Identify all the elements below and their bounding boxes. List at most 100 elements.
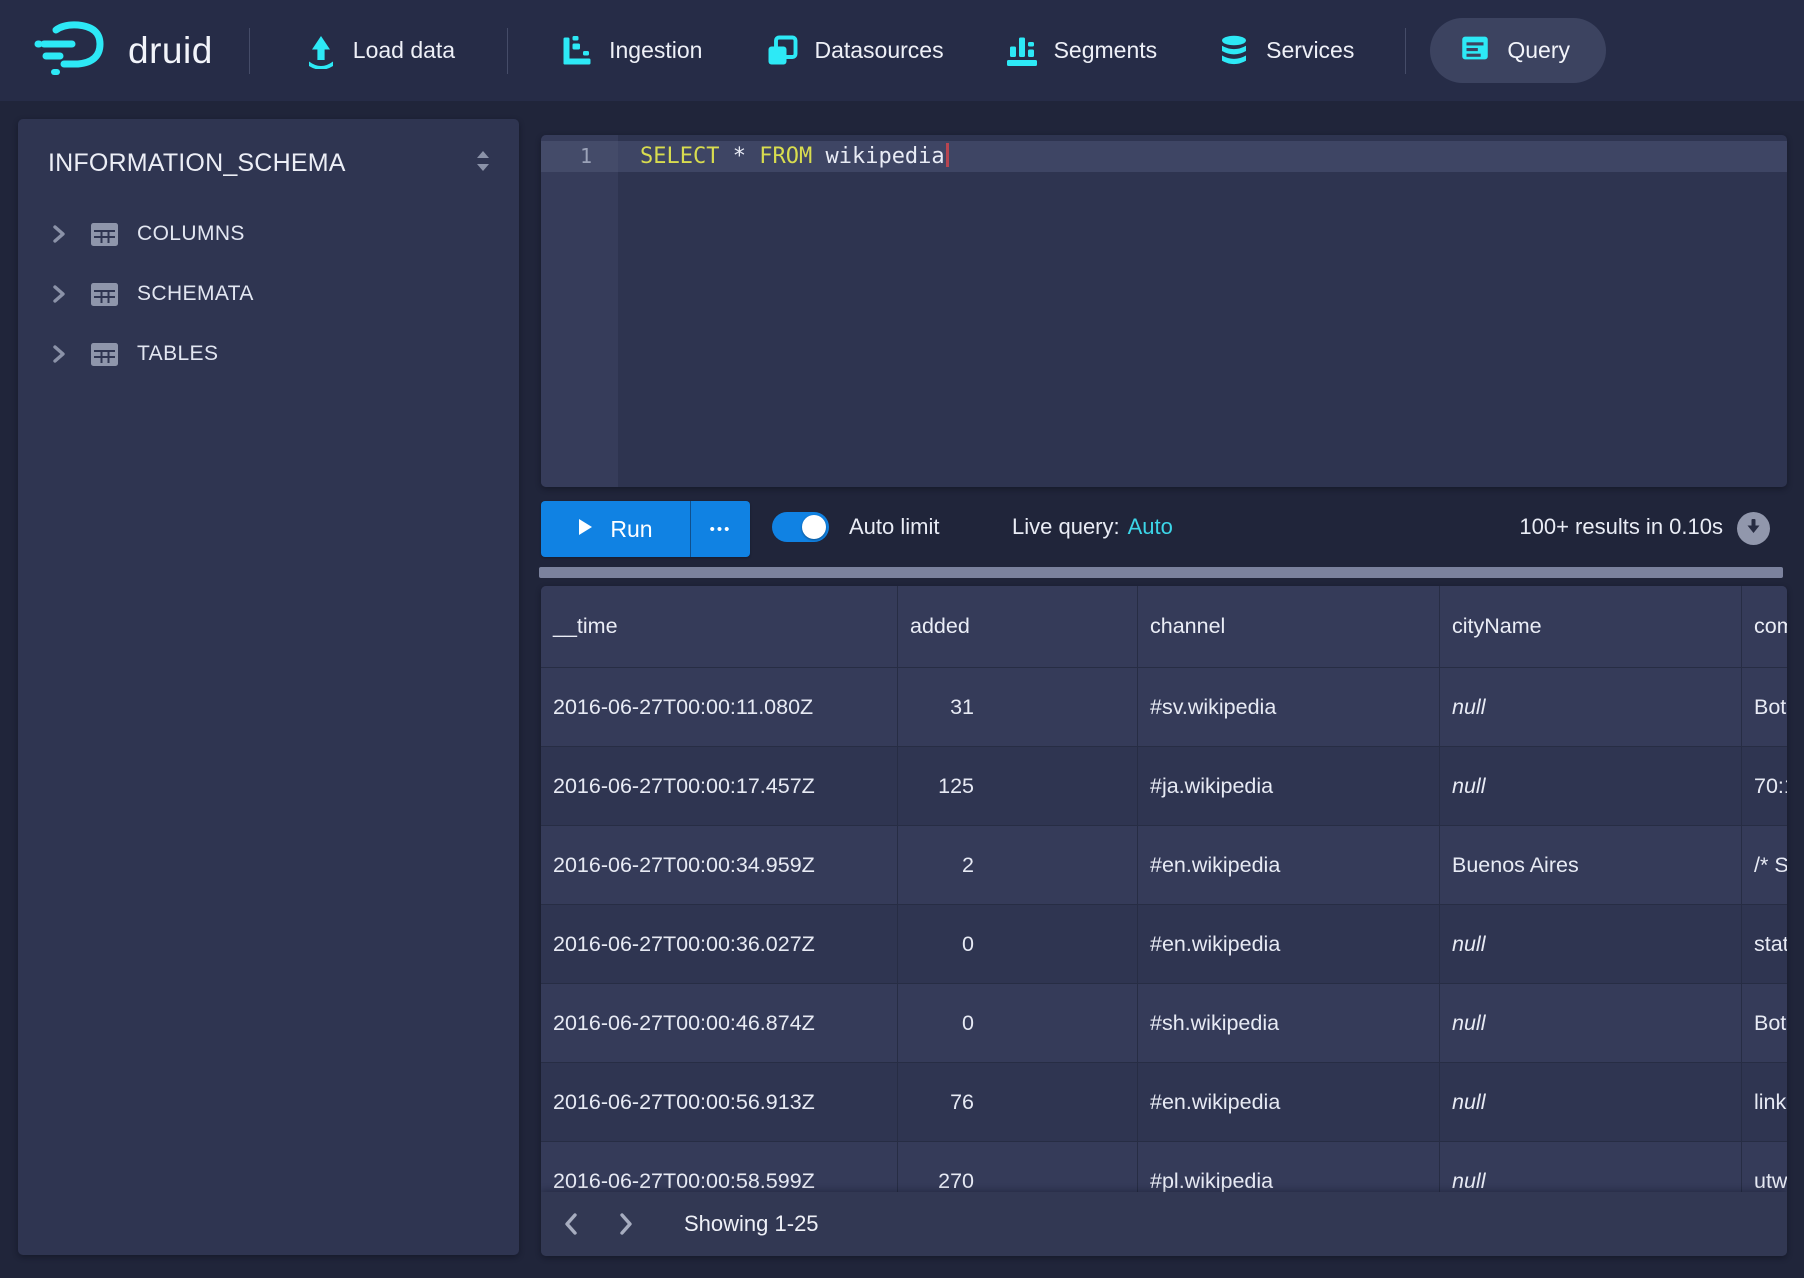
next-page-button[interactable] — [611, 1204, 641, 1244]
column-header-added[interactable]: added — [898, 586, 1138, 668]
cell-cityname: Buenos Aires — [1440, 826, 1742, 905]
results-panel: __time added channel cityName comment 20… — [541, 586, 1787, 1256]
nav-divider — [1405, 28, 1406, 74]
cell-channel: #en.wikipedia — [1138, 1063, 1440, 1142]
text-cursor — [946, 143, 949, 167]
brand-name: druid — [128, 30, 213, 72]
cell-added: 0 — [898, 905, 1138, 984]
auto-limit-label[interactable]: Auto limit — [849, 514, 939, 540]
column-header-comment[interactable]: comment — [1742, 586, 1787, 668]
showing-range-label: Showing 1-25 — [684, 1211, 819, 1237]
cell-channel: #sh.wikipedia — [1138, 984, 1440, 1063]
schema-tree: COLUMNS SCHEMATA TABLES — [18, 204, 519, 384]
live-query-label: Live query: — [1012, 514, 1120, 539]
double-caret-vertical-icon[interactable] — [473, 149, 493, 178]
sql-input[interactable]: SELECT * FROM wikipedia — [640, 141, 949, 172]
results-footer: Showing 1-25 — [541, 1192, 1787, 1256]
table-row: 2016-06-27T00:00:34.959Z 2 #en.wikipedia… — [541, 826, 1787, 905]
top-nav: druid Load data — [0, 0, 1804, 101]
download-button[interactable] — [1737, 512, 1770, 545]
cell-cityname: null — [1440, 984, 1742, 1063]
run-button-group: Run ••• — [541, 501, 750, 557]
tree-item-columns[interactable]: COLUMNS — [18, 204, 519, 264]
nav-item-label: Services — [1266, 37, 1354, 64]
cell-cityname: null — [1440, 747, 1742, 826]
cell-added: 125 — [898, 747, 1138, 826]
schema-header: INFORMATION_SCHEMA — [18, 119, 519, 178]
cell-time: 2016-06-27T00:00:46.874Z — [541, 984, 898, 1063]
cell-channel: #sv.wikipedia — [1138, 668, 1440, 747]
cell-comment: link — [1742, 1063, 1787, 1142]
column-header-time[interactable]: __time — [541, 586, 898, 668]
nav-item-load-data[interactable]: Load data — [303, 33, 455, 69]
cell-channel: #en.wikipedia — [1138, 905, 1440, 984]
cell-comment: Bot — [1742, 668, 1787, 747]
cell-comment: stat — [1742, 905, 1787, 984]
cell-time: 2016-06-27T00:00:36.027Z — [541, 905, 898, 984]
nav-item-label: Datasources — [814, 37, 943, 64]
nav-item-datasources[interactable]: Datasources — [764, 33, 943, 69]
tree-item-label: TABLES — [137, 342, 218, 366]
table-icon — [91, 283, 118, 306]
nav-item-label: Ingestion — [609, 37, 702, 64]
table-row: 2016-06-27T00:00:56.913Z 76 #en.wikipedi… — [541, 1063, 1787, 1142]
nav-item-ingestion[interactable]: Ingestion — [559, 33, 702, 69]
upload-icon — [303, 33, 339, 69]
column-header-channel[interactable]: channel — [1138, 586, 1440, 668]
code-line-content: SELECT * FROM wikipedia — [640, 144, 945, 169]
table-row: 2016-06-27T00:00:11.080Z 31 #sv.wikipedi… — [541, 668, 1787, 747]
druid-console: druid Load data — [0, 0, 1804, 1278]
horizontal-scrollbar[interactable] — [539, 567, 1783, 578]
cell-time: 2016-06-27T00:00:34.959Z — [541, 826, 898, 905]
table-icon — [91, 223, 118, 246]
cell-time: 2016-06-27T00:00:56.913Z — [541, 1063, 898, 1142]
table-icon — [91, 343, 118, 366]
segments-bars-icon — [1004, 33, 1040, 69]
previous-page-button[interactable] — [555, 1204, 585, 1244]
run-more-button[interactable]: ••• — [691, 501, 750, 557]
cell-channel: #ja.wikipedia — [1138, 747, 1440, 826]
play-icon — [578, 518, 593, 541]
nav-item-label: Segments — [1054, 37, 1158, 64]
nav-item-segments[interactable]: Segments — [1004, 33, 1158, 69]
query-editor[interactable]: 1 SELECT * FROM wikipedia — [541, 135, 1787, 487]
cell-comment: Bot — [1742, 984, 1787, 1063]
table-row: 2016-06-27T00:00:17.457Z 125 #ja.wikiped… — [541, 747, 1787, 826]
nav-item-query-active[interactable]: Query — [1430, 18, 1606, 83]
nav-item-services[interactable]: Services — [1216, 33, 1354, 69]
table-row: 2016-06-27T00:00:36.027Z 0 #en.wikipedia… — [541, 905, 1787, 984]
download-icon — [1744, 517, 1763, 541]
results-rows: 2016-06-27T00:00:11.080Z 31 #sv.wikipedi… — [541, 668, 1787, 1221]
live-query-value[interactable]: Auto — [1128, 514, 1173, 539]
chevron-right-icon[interactable] — [51, 284, 67, 304]
results-header-row: __time added channel cityName comment — [541, 586, 1787, 668]
cell-cityname: null — [1440, 905, 1742, 984]
more-icon: ••• — [710, 521, 732, 538]
run-button-label: Run — [610, 516, 652, 543]
auto-limit-toggle[interactable] — [772, 512, 829, 542]
nav-divider — [507, 28, 508, 74]
column-header-cityname[interactable]: cityName — [1440, 586, 1742, 668]
druid-logo-icon — [34, 20, 116, 81]
tree-item-label: COLUMNS — [137, 222, 245, 246]
run-button[interactable]: Run — [541, 501, 690, 557]
datasources-icon — [764, 33, 800, 69]
nav-divider — [249, 28, 250, 74]
ingestion-chart-icon — [559, 33, 595, 69]
chevron-right-icon[interactable] — [51, 344, 67, 364]
cell-time: 2016-06-27T00:00:11.080Z — [541, 668, 898, 747]
tree-item-schemata[interactable]: SCHEMATA — [18, 264, 519, 324]
cell-cityname: null — [1440, 1063, 1742, 1142]
database-icon — [1216, 33, 1252, 69]
tree-item-tables[interactable]: TABLES — [18, 324, 519, 384]
cell-cityname: null — [1440, 668, 1742, 747]
cell-added: 76 — [898, 1063, 1138, 1142]
toggle-knob — [802, 515, 826, 539]
cell-channel: #en.wikipedia — [1138, 826, 1440, 905]
editor-gutter — [541, 135, 618, 487]
schema-title: INFORMATION_SCHEMA — [48, 149, 346, 178]
schema-sidebar: INFORMATION_SCHEMA COLUMNS — [18, 119, 519, 1255]
druid-logo[interactable]: druid — [34, 20, 213, 81]
editor-line-number: 1 — [541, 141, 618, 172]
chevron-right-icon[interactable] — [51, 224, 67, 244]
